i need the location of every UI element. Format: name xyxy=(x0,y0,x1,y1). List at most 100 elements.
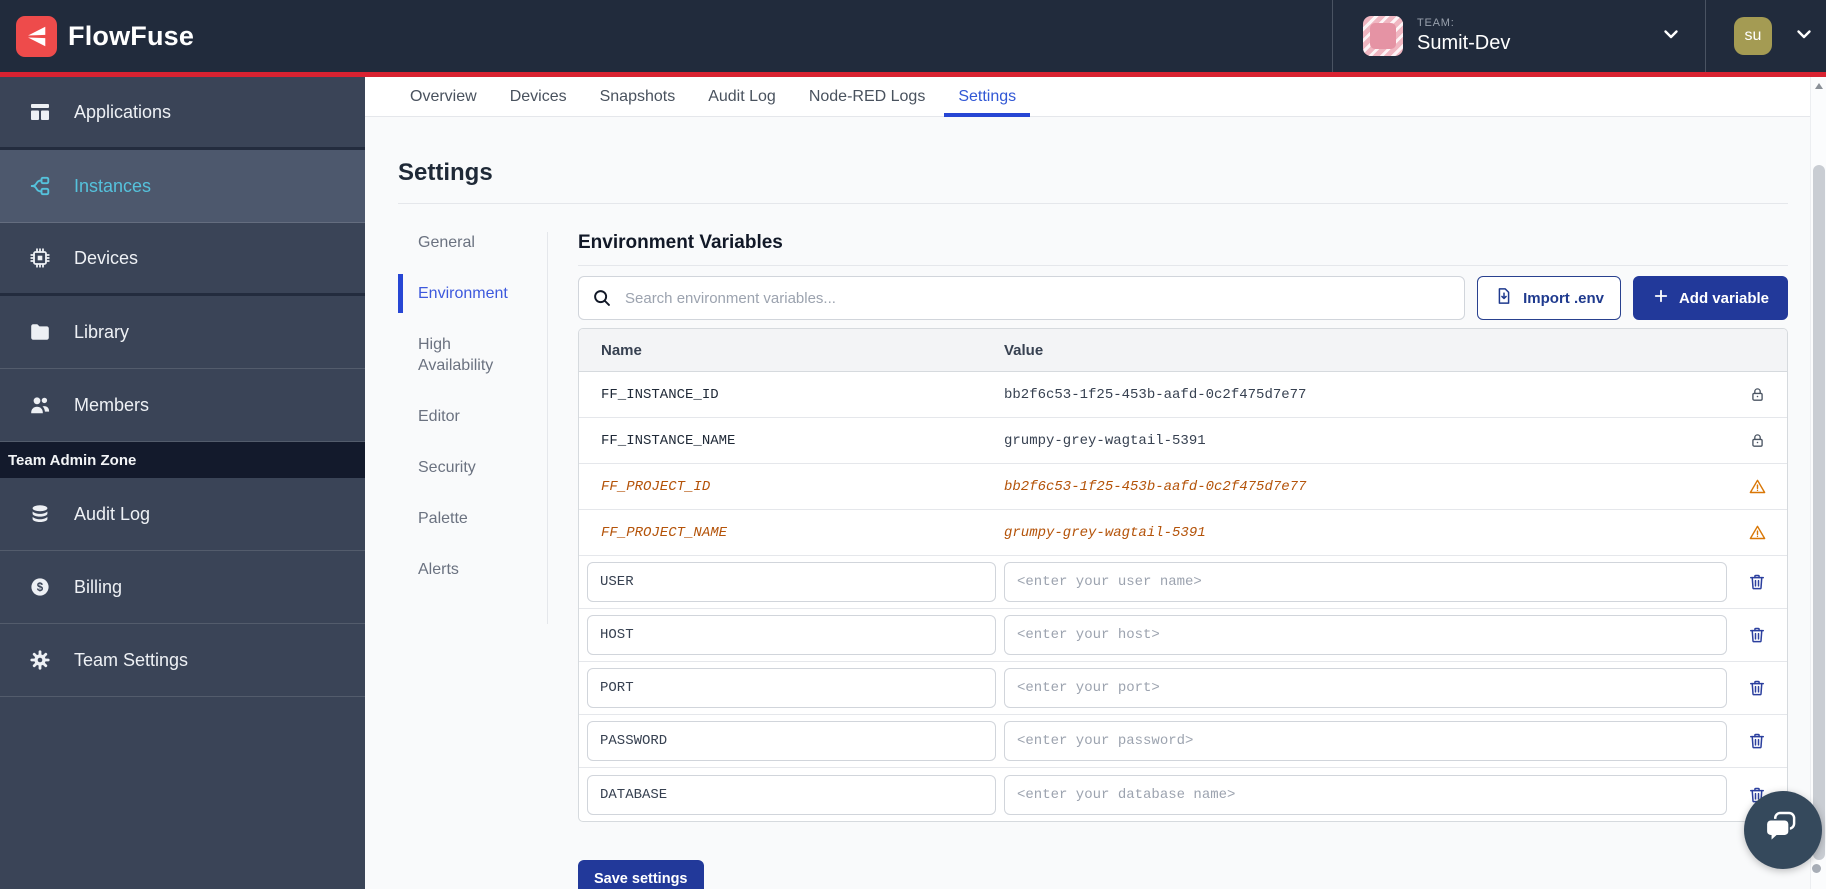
subnav-item-security[interactable]: Security xyxy=(398,457,528,478)
variable-value-input[interactable] xyxy=(1004,721,1727,761)
save-settings-button[interactable]: Save settings xyxy=(578,860,704,889)
users-icon xyxy=(28,393,52,417)
table-header-row: Name Value xyxy=(579,329,1787,372)
sidebar-item-label: Team Settings xyxy=(74,650,188,671)
sidebar-item-label: Library xyxy=(74,322,129,343)
sidebar-item-library[interactable]: Library xyxy=(0,296,365,369)
add-variable-button[interactable]: Add variable xyxy=(1633,276,1788,320)
table-row xyxy=(579,662,1787,715)
vertical-scrollbar[interactable] xyxy=(1810,77,1826,889)
gear-icon xyxy=(28,648,52,672)
tab-snapshots[interactable]: Snapshots xyxy=(586,77,690,116)
warning-icon xyxy=(1727,523,1787,542)
tab-settings[interactable]: Settings xyxy=(944,77,1030,116)
flowfuse-logo-icon xyxy=(16,16,57,57)
user-avatar: su xyxy=(1734,17,1772,55)
variable-value-input[interactable] xyxy=(1004,668,1727,708)
team-selector[interactable]: TEAM: Sumit-Dev xyxy=(1333,0,1705,72)
chip-icon xyxy=(28,246,52,270)
team-label: TEAM: xyxy=(1417,17,1510,30)
title-divider xyxy=(398,203,1788,204)
warning-icon xyxy=(1727,477,1787,496)
sidebar-item-audit-log[interactable]: Audit Log xyxy=(0,478,365,551)
delete-variable-button[interactable] xyxy=(1747,678,1767,698)
sidebar-item-members[interactable]: Members xyxy=(0,369,365,442)
env-variables-table: Name Value FF_INSTANCE_ID bb2f6c53-1f25-… xyxy=(578,328,1788,822)
dollar-icon: $ xyxy=(28,575,52,599)
chat-bubble-icon xyxy=(1763,808,1803,853)
flowfuse-logo[interactable]: FlowFuse xyxy=(16,16,194,57)
tab-devices[interactable]: Devices xyxy=(496,77,581,116)
team-avatar xyxy=(1363,16,1403,56)
scrollbar-up-arrow-icon[interactable] xyxy=(1815,83,1823,89)
sidebar-item-applications[interactable]: Applications xyxy=(0,77,365,150)
search-input[interactable] xyxy=(578,276,1465,320)
table-row: FF_PROJECT_NAME grumpy-grey-wagtail-5391 xyxy=(579,510,1787,556)
database-icon xyxy=(28,502,52,526)
variable-value-input[interactable] xyxy=(1004,775,1727,815)
settings-subnav: General Environment High Availability Ed… xyxy=(398,232,548,624)
settings-content: Settings General Environment High Availa… xyxy=(365,159,1826,889)
table-row xyxy=(579,609,1787,662)
column-header-value: Value xyxy=(1004,342,1727,359)
subnav-item-environment[interactable]: Environment xyxy=(398,274,528,313)
env-toolbar: Import .env Add variable xyxy=(578,276,1788,320)
variable-name-input[interactable] xyxy=(587,721,996,761)
sidebar-item-billing[interactable]: $ Billing xyxy=(0,551,365,624)
app-header: FlowFuse TEAM: Sumit-Dev su xyxy=(0,0,1826,72)
import-env-button[interactable]: Import .env xyxy=(1477,276,1621,320)
app-root: FlowFuse TEAM: Sumit-Dev su xyxy=(0,0,1826,889)
sidebar-item-label: Members xyxy=(74,395,149,416)
variable-name-input[interactable] xyxy=(587,615,996,655)
table-row xyxy=(579,715,1787,768)
main-area: Overview Devices Snapshots Audit Log Nod… xyxy=(365,77,1826,889)
chat-widget-button[interactable] xyxy=(1744,791,1822,869)
sidebar-item-label: Devices xyxy=(74,248,138,269)
tab-audit-log[interactable]: Audit Log xyxy=(694,77,790,116)
table-row: FF_INSTANCE_ID bb2f6c53-1f25-453b-aafd-0… xyxy=(579,372,1787,418)
plus-icon xyxy=(1652,287,1670,309)
chevron-down-icon xyxy=(1659,22,1683,51)
svg-text:$: $ xyxy=(37,582,44,594)
column-header-name: Name xyxy=(579,342,1004,359)
team-admin-zone-label: Team Admin Zone xyxy=(0,442,365,478)
team-name: Sumit-Dev xyxy=(1417,32,1510,55)
delete-variable-button[interactable] xyxy=(1747,625,1767,645)
subnav-item-alerts[interactable]: Alerts xyxy=(398,559,528,580)
table-row xyxy=(579,768,1787,821)
sidebar-item-team-settings[interactable]: Team Settings xyxy=(0,624,365,697)
sidebar-item-label: Instances xyxy=(74,176,151,197)
variable-name-input[interactable] xyxy=(587,562,996,602)
variable-name-input[interactable] xyxy=(587,668,996,708)
sidebar-item-devices[interactable]: Devices xyxy=(0,223,365,296)
applications-grid-icon xyxy=(28,100,52,124)
sidebar-item-instances[interactable]: Instances xyxy=(0,150,365,223)
variable-value-input[interactable] xyxy=(1004,562,1727,602)
subnav-item-general[interactable]: General xyxy=(398,232,528,253)
search-box xyxy=(578,276,1465,320)
variable-name-input[interactable] xyxy=(587,775,996,815)
tab-overview[interactable]: Overview xyxy=(396,77,491,116)
chevron-down-icon xyxy=(1792,22,1816,51)
variable-value-input[interactable] xyxy=(1004,615,1727,655)
scrollbar-thumb[interactable] xyxy=(1813,165,1825,860)
chat-widget-dot xyxy=(1812,864,1821,873)
delete-variable-button[interactable] xyxy=(1747,731,1767,751)
subnav-item-editor[interactable]: Editor xyxy=(398,406,528,427)
sidebar-item-label: Billing xyxy=(74,577,122,598)
subnav-item-high-availability[interactable]: High Availability xyxy=(398,334,528,376)
header-right: TEAM: Sumit-Dev su xyxy=(1332,0,1826,72)
subnav-item-palette[interactable]: Palette xyxy=(398,508,528,529)
instances-nodes-icon xyxy=(28,174,52,198)
tab-node-red-logs[interactable]: Node-RED Logs xyxy=(795,77,940,116)
delete-variable-button[interactable] xyxy=(1747,572,1767,592)
import-document-icon xyxy=(1494,286,1514,310)
sidebar-item-label: Applications xyxy=(74,102,171,123)
user-menu[interactable]: su xyxy=(1705,0,1826,72)
environment-variables-section: Environment Variables xyxy=(578,232,1788,889)
folder-icon xyxy=(28,320,52,344)
section-title: Environment Variables xyxy=(578,232,1788,266)
brand-wordmark: FlowFuse xyxy=(68,21,194,52)
page-title: Settings xyxy=(398,159,1788,187)
table-row: FF_PROJECT_ID bb2f6c53-1f25-453b-aafd-0c… xyxy=(579,464,1787,510)
